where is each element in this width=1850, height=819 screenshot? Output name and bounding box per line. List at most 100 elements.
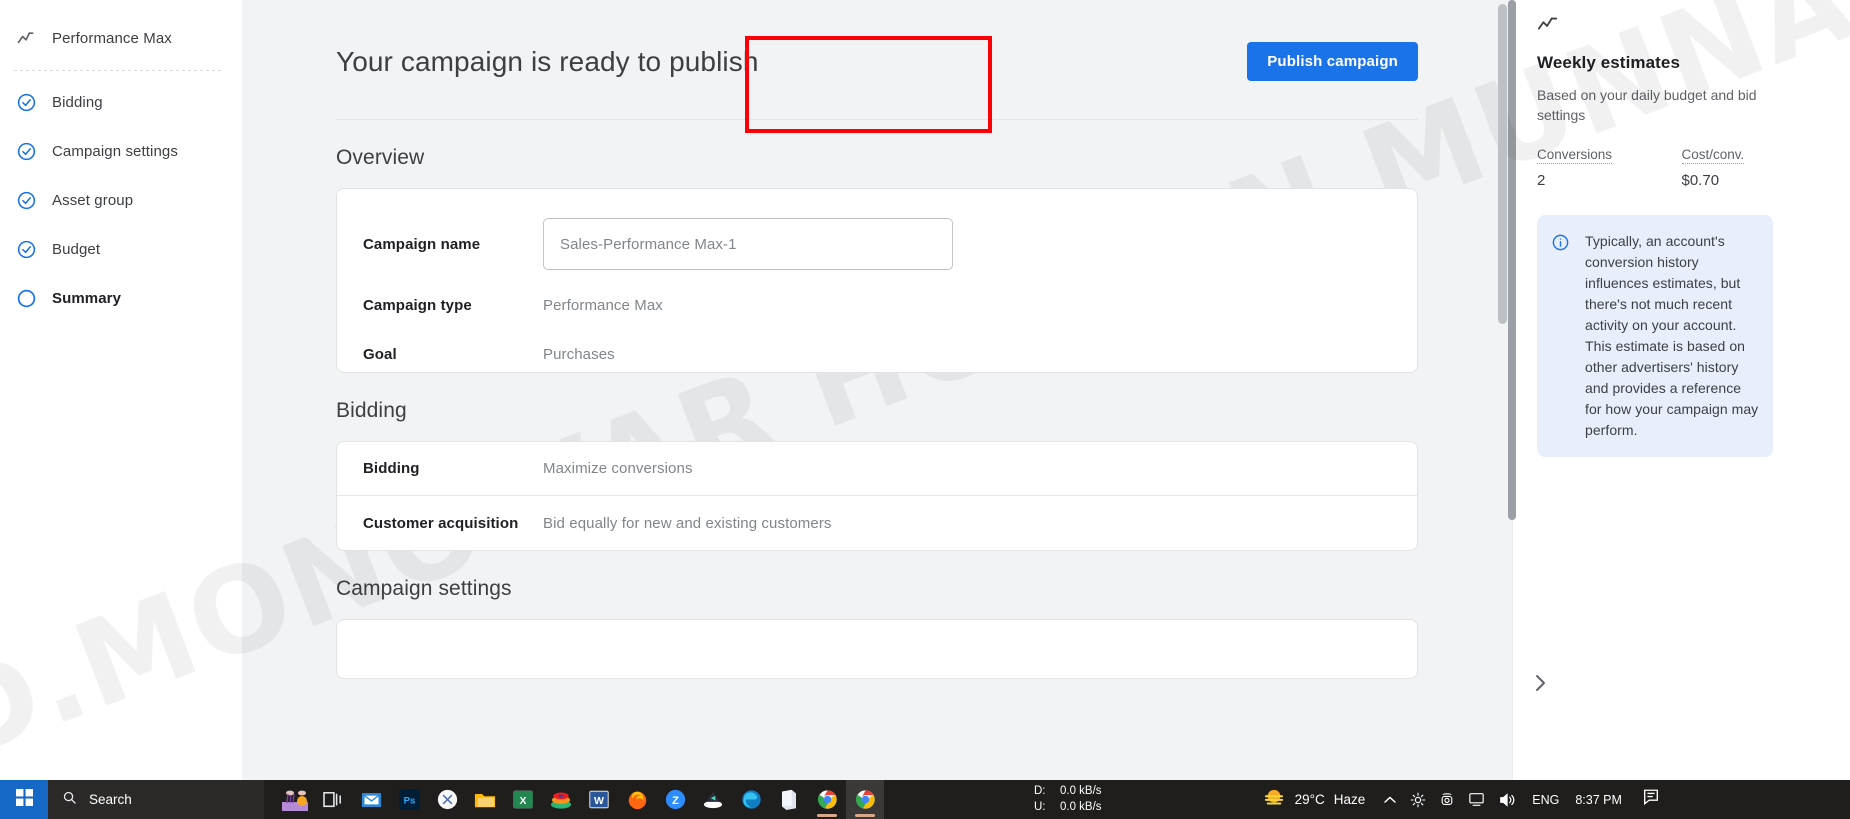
search-box[interactable]: Search	[48, 780, 264, 819]
windows-logo-icon	[15, 788, 33, 811]
sidebar-item-budget[interactable]: Budget	[0, 225, 242, 274]
chrome-active-icon[interactable]	[846, 780, 884, 819]
windows-taskbar: Search Ps X W Z D: U: 0.0 kB/s 0.0 kB/s …	[0, 780, 1850, 819]
display-icon[interactable]	[1468, 792, 1485, 807]
network-speed-indicator[interactable]: D: U: 0.0 kB/s 0.0 kB/s	[1034, 784, 1102, 815]
svg-text:Ps: Ps	[403, 795, 415, 806]
sidebar-item-performance-max[interactable]: Performance Max	[0, 14, 242, 63]
sidebar-item-label: Summary	[52, 290, 122, 307]
collapse-panel-button[interactable]	[1523, 668, 1557, 702]
sidebar-item-label: Asset group	[52, 192, 134, 209]
word-icon[interactable]: W	[580, 780, 618, 819]
overview-row-goal: Goal Purchases	[337, 330, 1417, 379]
layers-app-icon[interactable]	[542, 780, 580, 819]
row-value: Performance Max	[543, 297, 663, 314]
overview-row-campaign-type: Campaign type Performance Max	[337, 281, 1417, 330]
main-scrollbar-thumb[interactable]	[1498, 4, 1507, 324]
sidebar-item-label: Campaign settings	[52, 143, 178, 160]
weather-temp: 29°C	[1294, 792, 1325, 807]
file-explorer-icon[interactable]	[466, 780, 504, 819]
sidebar-item-summary[interactable]: Summary	[0, 274, 242, 323]
estimates-metrics: Conversions 2 Cost/conv. $0.70	[1537, 146, 1826, 189]
upload-label: U:	[1034, 800, 1046, 813]
overview-card: Campaign name Campaign type Performance …	[336, 188, 1418, 373]
metric-value: 2	[1537, 171, 1546, 189]
bidding-card: Bidding Maximize conversions Customer ac…	[336, 441, 1418, 551]
webcam-icon[interactable]	[1439, 792, 1455, 808]
row-label: Customer acquisition	[363, 514, 519, 532]
weekly-estimates-title: Weekly estimates	[1537, 53, 1681, 72]
start-button[interactable]	[0, 780, 48, 819]
task-view-icon[interactable]	[314, 780, 352, 819]
chevron-right-icon	[1532, 672, 1548, 699]
sidebar-item-bidding[interactable]: Bidding	[0, 78, 242, 127]
section-title-overview: Overview	[336, 146, 425, 169]
page-header: Your campaign is ready to publish Publis…	[336, 0, 1418, 120]
section-title-bidding: Bidding	[336, 399, 407, 422]
info-text: Typically, an account's conversion histo…	[1585, 232, 1759, 438]
check-circle-icon	[14, 238, 38, 262]
metric-label[interactable]: Conversions	[1537, 147, 1613, 164]
weather-widget[interactable]: 29°C Haze	[1262, 788, 1366, 811]
campaign-name-input[interactable]	[543, 218, 953, 270]
right-panel-scrollbar-thumb[interactable]	[1508, 0, 1516, 520]
row-value: Purchases	[543, 346, 615, 363]
metric-label[interactable]: Cost/conv.	[1681, 147, 1745, 164]
mail-icon[interactable]	[352, 780, 390, 819]
info-icon	[1551, 231, 1571, 441]
show-hidden-icons-chevron-icon[interactable]	[1383, 795, 1397, 805]
row-label: Campaign name	[363, 235, 481, 253]
language-indicator[interactable]: ENG	[1532, 793, 1559, 807]
metric-value: $0.70	[1681, 171, 1720, 189]
premiere-rush-icon[interactable]	[694, 780, 732, 819]
brightness-icon[interactable]	[1410, 792, 1426, 808]
metric-cost-per-conversion: Cost/conv. $0.70	[1681, 146, 1827, 189]
row-label: Goal	[363, 346, 397, 363]
scissors-app-icon[interactable]	[428, 780, 466, 819]
estimates-info-box: Typically, an account's conversion histo…	[1537, 214, 1773, 457]
clock[interactable]: 8:37 PM	[1575, 793, 1622, 807]
check-circle-icon	[14, 189, 38, 213]
sidebar-item-label: Budget	[52, 241, 101, 258]
weekly-estimates-panel: Weekly estimates Based on your daily bud…	[1508, 0, 1850, 780]
excel-icon[interactable]: X	[504, 780, 542, 819]
row-label: Bidding	[363, 460, 420, 477]
sidebar-item-label: Bidding	[52, 94, 103, 111]
weekly-estimates-subtitle: Based on your daily budget and bid setti…	[1537, 87, 1757, 124]
download-value: 0.0 kB/s	[1060, 784, 1102, 797]
action-center-icon	[1642, 789, 1660, 810]
svg-text:X: X	[519, 795, 526, 807]
row-value: Maximize conversions	[543, 460, 693, 477]
empty-circle-icon	[14, 287, 38, 311]
system-tray	[1383, 792, 1516, 808]
weather-condition: Haze	[1333, 792, 1366, 807]
sidebar-item-campaign-settings[interactable]: Campaign settings	[0, 127, 242, 176]
svg-text:Z: Z	[672, 795, 679, 807]
publish-campaign-button[interactable]: Publish campaign	[1247, 42, 1418, 81]
sidebar-divider	[14, 70, 224, 71]
volume-icon[interactable]	[1498, 792, 1516, 808]
trend-line-icon	[14, 27, 38, 51]
books-app-icon[interactable]	[770, 780, 808, 819]
search-label: Search	[89, 792, 132, 807]
main-scrollbar[interactable]	[1498, 0, 1507, 780]
sidebar-item-asset-group[interactable]: Asset group	[0, 176, 242, 225]
edge-icon[interactable]	[732, 780, 770, 819]
bidding-row-customer-acquisition: Customer acquisition Bid equally for new…	[337, 496, 1417, 550]
campaign-steps-sidebar: Performance Max Bidding Campaign setting…	[0, 0, 242, 780]
section-title-campaign-settings: Campaign settings	[336, 577, 512, 600]
photoshop-icon[interactable]: Ps	[390, 780, 428, 819]
chrome-icon[interactable]	[808, 780, 846, 819]
svg-text:W: W	[594, 795, 604, 807]
row-label: Campaign type	[363, 297, 472, 314]
check-circle-icon	[14, 91, 38, 115]
sidebar-item-label: Performance Max	[52, 30, 172, 47]
upload-value: 0.0 kB/s	[1060, 800, 1102, 813]
download-label: D:	[1034, 784, 1046, 797]
zoom-icon[interactable]: Z	[656, 780, 694, 819]
firefox-icon[interactable]	[618, 780, 656, 819]
taskbar-app-icons: Ps X W Z	[276, 780, 884, 819]
check-circle-icon	[14, 140, 38, 164]
action-center-button[interactable]	[1642, 788, 1660, 811]
lavender-wallpaper-icon[interactable]	[276, 780, 314, 819]
